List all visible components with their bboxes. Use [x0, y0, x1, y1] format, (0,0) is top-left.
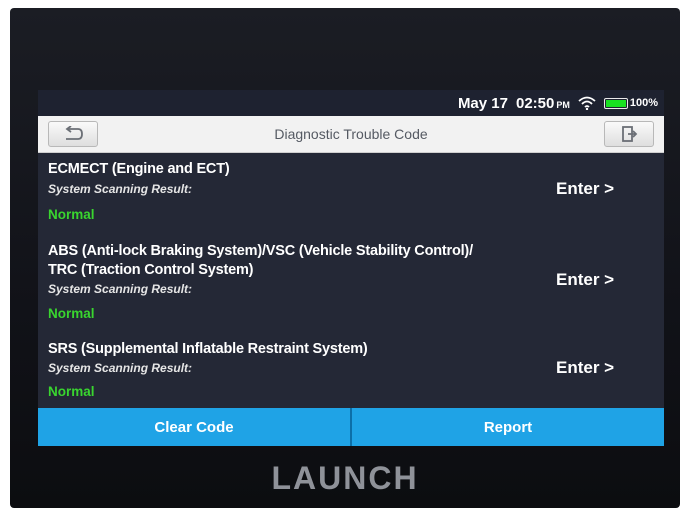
- status-time-value: 02:50: [515, 94, 555, 112]
- status-ampm: PM: [556, 99, 570, 110]
- enter-button-ecmect[interactable]: Enter >: [556, 179, 614, 199]
- report-button[interactable]: Report: [352, 408, 664, 446]
- system-name: ABS (Anti-lock Braking System)/VSC (Vehi…: [48, 242, 473, 280]
- scan-result-label: System Scanning Result:: [48, 361, 193, 375]
- battery-percent: 100%: [629, 97, 658, 109]
- wifi-icon: [578, 96, 596, 110]
- system-name: SRS (Supplemental Inflatable Restraint S…: [48, 340, 368, 359]
- scan-result-label: System Scanning Result:: [48, 182, 193, 196]
- scan-tool-device: May 17 02:50 PM 100% Diagnostic Trouble …: [10, 8, 680, 508]
- system-name-line: ECMECT (Engine and ECT): [48, 161, 230, 177]
- screen: May 17 02:50 PM 100% Diagnostic Trouble …: [38, 90, 664, 446]
- status-bar: May 17 02:50 PM 100%: [38, 90, 664, 116]
- scan-result-status: Normal: [48, 207, 95, 222]
- enter-button-srs[interactable]: Enter >: [556, 358, 614, 378]
- system-entry-ecmect: ECMECT (Engine and ECT) System Scanning …: [38, 160, 664, 222]
- exit-button[interactable]: [604, 121, 654, 147]
- back-arrow-icon: [65, 126, 83, 140]
- title-bar: Diagnostic Trouble Code: [38, 116, 664, 153]
- exit-icon: [622, 126, 638, 142]
- battery-indicator: 100%: [603, 97, 658, 109]
- device-brand-logo: LAUNCH: [271, 460, 419, 496]
- system-name-line: ABS (Anti-lock Braking System)/VSC (Vehi…: [48, 243, 473, 259]
- system-name-line: SRS (Supplemental Inflatable Restraint S…: [48, 341, 368, 357]
- system-entry-abs: ABS (Anti-lock Braking System)/VSC (Vehi…: [38, 242, 664, 326]
- scan-result-label: System Scanning Result:: [48, 282, 193, 296]
- scan-result-status: Normal: [48, 306, 95, 321]
- status-date: May 17: [457, 94, 508, 112]
- battery-icon: [603, 97, 628, 109]
- back-button[interactable]: [48, 121, 98, 147]
- system-entry-srs: SRS (Supplemental Inflatable Restraint S…: [38, 340, 664, 406]
- status-time: 02:50 PM: [516, 95, 570, 112]
- system-name-line: TRC (Traction Control System): [48, 262, 254, 278]
- bottom-action-bar: Clear Code Report: [38, 408, 664, 446]
- enter-button-abs[interactable]: Enter >: [556, 270, 614, 290]
- page-title: Diagnostic Trouble Code: [274, 126, 428, 142]
- system-name: ECMECT (Engine and ECT): [48, 160, 230, 179]
- clear-code-button[interactable]: Clear Code: [38, 408, 350, 446]
- scan-result-status: Normal: [48, 384, 95, 399]
